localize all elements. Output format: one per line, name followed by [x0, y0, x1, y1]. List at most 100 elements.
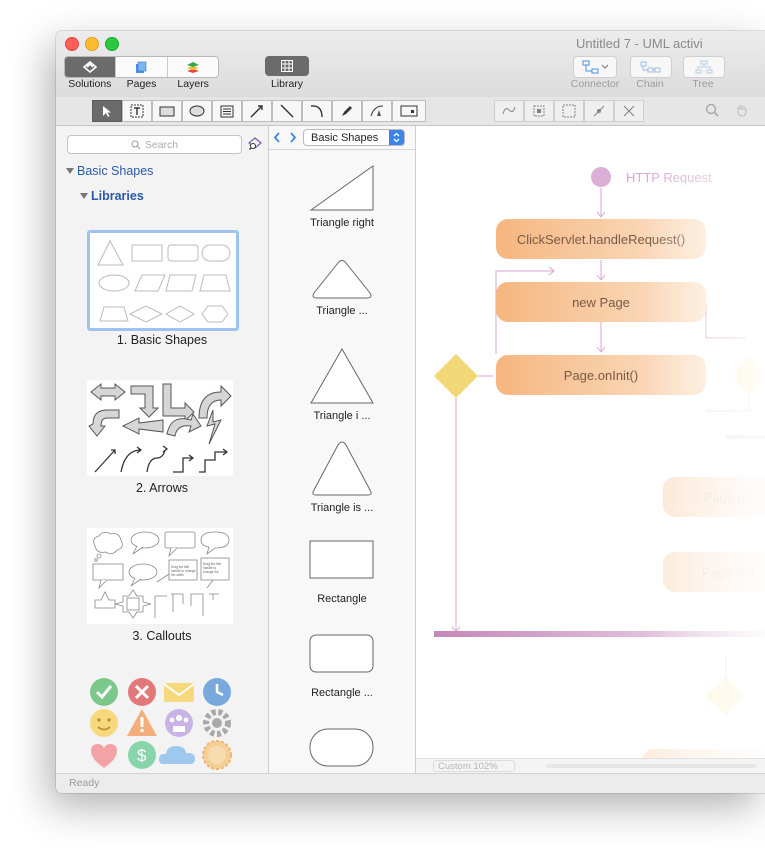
library-thumbnail-icons[interactable]: $ [87, 676, 233, 773]
select-tool-button[interactable] [92, 100, 122, 122]
tree-root-basic-shapes[interactable]: Basic Shapes [66, 164, 153, 178]
horizontal-scrollbar[interactable] [546, 764, 756, 768]
activity-node[interactable]: ClickServlet.handleRequest() [496, 219, 706, 259]
smooth-tool-button[interactable] [494, 100, 524, 122]
minimize-button[interactable] [85, 37, 99, 51]
tree-button[interactable] [683, 56, 725, 78]
basic-shapes-preview [97, 239, 231, 323]
search-input[interactable]: Search [67, 135, 242, 154]
grid-icon [281, 60, 293, 72]
back-icon[interactable] [273, 132, 281, 143]
library-select[interactable]: Basic Shapes [303, 129, 405, 146]
activity-node[interactable]: new Page [496, 282, 706, 322]
library-thumbnail-basic-shapes[interactable] [87, 230, 239, 331]
zoom-select[interactable]: Custom 102% [433, 760, 515, 772]
solutions-tab[interactable] [65, 57, 117, 77]
resize-tool-button[interactable] [524, 100, 554, 122]
pages-tab[interactable] [116, 57, 168, 77]
group-tool-button[interactable] [554, 100, 584, 122]
lines-icon [220, 105, 234, 117]
maximize-button[interactable] [105, 37, 119, 51]
hand-tool-button[interactable] [728, 100, 756, 120]
text-tool-button[interactable] [122, 100, 152, 122]
shape-item[interactable] [269, 728, 415, 768]
arrow-tool-button[interactable] [242, 100, 272, 122]
activity-node[interactable]: Page.on [663, 477, 765, 517]
pages-label: Pages [126, 78, 157, 90]
activity-node[interactable]: Page.onInit() [496, 355, 706, 395]
chain-icon [640, 61, 661, 73]
shape-item[interactable]: Rectangle [269, 540, 415, 605]
library-nav: Basic Shapes [269, 127, 415, 150]
cut-tool-button[interactable] [614, 100, 644, 122]
library-thumbnail-arrows[interactable] [87, 380, 233, 476]
chain-button[interactable] [630, 56, 672, 78]
curve-tool-button[interactable] [302, 100, 332, 122]
resize-icon [533, 105, 545, 117]
svg-text:$: $ [137, 746, 147, 765]
curve-shape-icon [502, 106, 516, 115]
curve-icon [310, 105, 323, 118]
shape-label: Rectangle [317, 593, 367, 605]
window-title: Untitled 7 - UML activi [576, 36, 703, 51]
disclosure-triangle-icon[interactable] [66, 168, 74, 174]
search-placeholder: Search [144, 138, 179, 151]
callouts-preview: Drag the titlehandle to changethe width … [92, 531, 230, 619]
shape-label: Triangle i ... [313, 410, 371, 422]
tree-item-libraries[interactable]: Libraries [80, 189, 144, 203]
layers-label: Layers [177, 78, 209, 90]
triangle-rounded-shape [312, 260, 372, 299]
shape-item[interactable]: Rectangle ... [269, 634, 415, 699]
rectangle-tool-button[interactable] [152, 100, 182, 122]
shapes-panel: Basic Shapes Triangle right Triangle ...… [269, 126, 416, 773]
connector-label: Connector [570, 78, 620, 90]
ellipse-tool-button[interactable] [182, 100, 212, 122]
connect-icon [593, 105, 605, 117]
library-label-basic-shapes: 1. Basic Shapes [116, 333, 208, 347]
line-tool-button[interactable] [272, 100, 302, 122]
rectangle-shape [309, 540, 374, 579]
close-button[interactable] [65, 37, 79, 51]
pen-tool-button[interactable] [332, 100, 362, 122]
shape-item[interactable]: Triangle right [269, 164, 415, 229]
scissors-icon [623, 105, 635, 117]
drawing-canvas[interactable]: HTTP Request ClickServlet.handleRequest(… [416, 126, 765, 758]
pen-icon [342, 106, 352, 116]
triangle-isosceles-rounded-shape [312, 441, 372, 496]
library-thumbnail-callouts[interactable]: Drag the title handle to change the width … [87, 528, 233, 624]
activity-node[interactable]: Page.onI [663, 552, 765, 592]
find-library-icon[interactable] [248, 137, 262, 151]
library-button[interactable] [265, 56, 309, 76]
zoom-tool-button[interactable] [698, 100, 726, 120]
library-sidebar: Search Basic Shapes Libraries 1. Basic S… [56, 126, 269, 773]
shape-item[interactable]: Triangle ... [269, 258, 415, 317]
shape-label: Rectangle ... [311, 687, 373, 699]
forward-icon[interactable] [289, 132, 297, 143]
activity-node[interactable]: redirect [642, 749, 765, 758]
shape-label: Triangle is ... [310, 502, 374, 514]
bezier-tool-button[interactable] [362, 100, 392, 122]
shape-item[interactable]: Triangle i ... [269, 347, 415, 422]
bezier-icon [370, 105, 384, 117]
text-box-icon [130, 104, 144, 118]
layers-icon [186, 61, 199, 73]
disclosure-triangle-icon[interactable] [80, 193, 88, 199]
shape-item[interactable]: Triangle is ... [269, 439, 415, 514]
tree-label: Tree [692, 78, 714, 90]
connector-button[interactable] [573, 56, 617, 78]
pill-shape [309, 728, 374, 767]
solutions-icon [83, 61, 98, 73]
layers-tab[interactable] [168, 57, 218, 77]
canvas-status-bar: Custom 102% [416, 758, 765, 774]
http-request-label: HTTP Request [626, 170, 712, 185]
magnifier-icon [705, 103, 719, 117]
view-segmented-control [64, 56, 219, 78]
insert-tool-button[interactable] [392, 100, 426, 122]
connect-tool-button[interactable] [584, 100, 614, 122]
solutions-label: Solutions [68, 78, 112, 90]
table-tool-button[interactable] [212, 100, 242, 122]
ellipse-icon [189, 105, 205, 117]
library-label-arrows: 2. Arrows [135, 481, 189, 495]
shape-label: Triangle right [310, 217, 374, 229]
pointer-icon [103, 105, 111, 117]
